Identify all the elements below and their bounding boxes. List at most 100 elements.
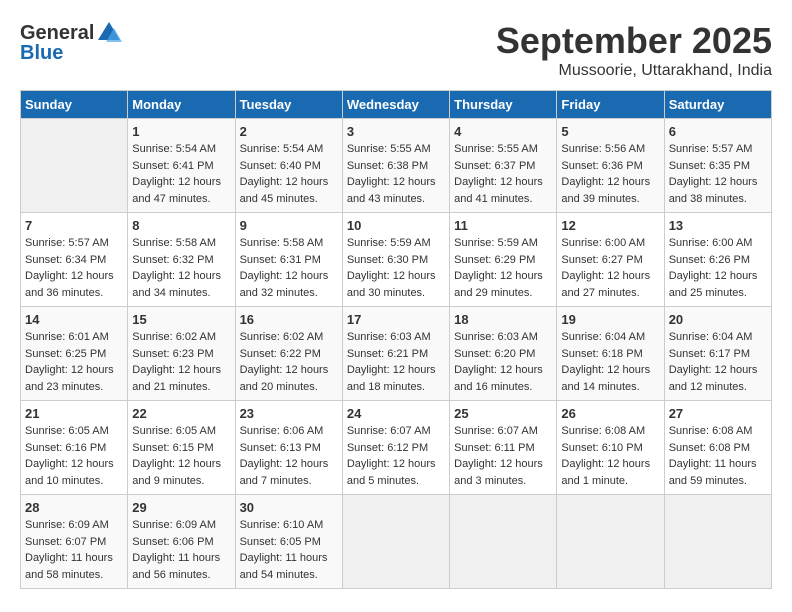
day-number: 1 [132, 124, 230, 139]
day-info: Sunrise: 6:02 AMSunset: 6:22 PMDaylight:… [240, 329, 338, 395]
month-title: September 2025 [496, 20, 772, 62]
calendar-cell: 1 Sunrise: 5:54 AMSunset: 6:41 PMDaylight… [128, 119, 235, 213]
day-info: Sunrise: 5:57 AMSunset: 6:34 PMDaylight:… [25, 235, 123, 301]
day-number: 28 [25, 500, 123, 515]
day-number: 23 [240, 406, 338, 421]
logo-icon [96, 20, 122, 46]
day-info: Sunrise: 6:01 AMSunset: 6:25 PMDaylight:… [25, 329, 123, 395]
day-number: 16 [240, 312, 338, 327]
day-info: Sunrise: 5:54 AMSunset: 6:40 PMDaylight:… [240, 141, 338, 207]
calendar-cell: 23 Sunrise: 6:06 AMSunset: 6:13 PMDayligh… [235, 401, 342, 495]
calendar-cell: 17 Sunrise: 6:03 AMSunset: 6:21 PMDayligh… [342, 307, 449, 401]
calendar-cell: 24 Sunrise: 6:07 AMSunset: 6:12 PMDayligh… [342, 401, 449, 495]
calendar-cell: 2 Sunrise: 5:54 AMSunset: 6:40 PMDaylight… [235, 119, 342, 213]
day-number: 8 [132, 218, 230, 233]
day-number: 11 [454, 218, 552, 233]
calendar-cell: 10Sunrise: 5:59 AMSunset: 6:30 PMDayligh… [342, 213, 449, 307]
logo-text: General Blue [20, 20, 124, 65]
logo: General Blue [20, 20, 124, 65]
calendar-cell: 13Sunrise: 6:00 AMSunset: 6:26 PMDayligh… [664, 213, 771, 307]
weekday-header-row: SundayMondayTuesdayWednesdayThursdayFrid… [21, 91, 772, 119]
day-number: 18 [454, 312, 552, 327]
day-info: Sunrise: 6:03 AMSunset: 6:21 PMDaylight:… [347, 329, 445, 395]
day-info: Sunrise: 5:59 AMSunset: 6:29 PMDaylight:… [454, 235, 552, 301]
calendar-cell: 12 Sunrise: 6:00 AMSunset: 6:27 PMDayligh… [557, 213, 664, 307]
header: General Blue September 2025 Mussoorie, U… [20, 20, 772, 80]
day-info: Sunrise: 6:05 AMSunset: 6:15 PMDaylight:… [132, 423, 230, 489]
calendar-cell: 29 Sunrise: 6:09 AMSunset: 6:06 PMDayligh… [128, 495, 235, 589]
calendar-cell: 6 Sunrise: 5:57 AMSunset: 6:35 PMDaylight… [664, 119, 771, 213]
day-number: 5 [561, 124, 659, 139]
calendar-cell: 21 Sunrise: 6:05 AMSunset: 6:16 PMDayligh… [21, 401, 128, 495]
day-number: 24 [347, 406, 445, 421]
day-number: 17 [347, 312, 445, 327]
calendar-cell [21, 119, 128, 213]
day-info: Sunrise: 6:03 AMSunset: 6:20 PMDaylight:… [454, 329, 552, 395]
day-info: Sunrise: 6:09 AMSunset: 6:06 PMDaylight:… [132, 517, 230, 583]
day-info: Sunrise: 6:02 AMSunset: 6:23 PMDaylight:… [132, 329, 230, 395]
calendar-cell: 20 Sunrise: 6:04 AMSunset: 6:17 PMDayligh… [664, 307, 771, 401]
calendar-cell: 15 Sunrise: 6:02 AMSunset: 6:23 PMDayligh… [128, 307, 235, 401]
weekday-header-friday: Friday [557, 91, 664, 119]
day-info: Sunrise: 6:05 AMSunset: 6:16 PMDaylight:… [25, 423, 123, 489]
day-number: 3 [347, 124, 445, 139]
day-info: Sunrise: 5:55 AMSunset: 6:38 PMDaylight:… [347, 141, 445, 207]
day-number: 6 [669, 124, 767, 139]
weekday-header-tuesday: Tuesday [235, 91, 342, 119]
calendar-week-row: 14 Sunrise: 6:01 AMSunset: 6:25 PMDayligh… [21, 307, 772, 401]
day-number: 30 [240, 500, 338, 515]
day-number: 7 [25, 218, 123, 233]
day-info: Sunrise: 6:04 AMSunset: 6:18 PMDaylight:… [561, 329, 659, 395]
calendar-cell: 11 Sunrise: 5:59 AMSunset: 6:29 PMDayligh… [450, 213, 557, 307]
weekday-header-wednesday: Wednesday [342, 91, 449, 119]
calendar-cell: 8 Sunrise: 5:58 AMSunset: 6:32 PMDaylight… [128, 213, 235, 307]
calendar-week-row: 28 Sunrise: 6:09 AMSunset: 6:07 PMDayligh… [21, 495, 772, 589]
calendar-cell [664, 495, 771, 589]
day-info: Sunrise: 5:58 AMSunset: 6:31 PMDaylight:… [240, 235, 338, 301]
calendar-cell: 27Sunrise: 6:08 AMSunset: 6:08 PMDayligh… [664, 401, 771, 495]
day-number: 2 [240, 124, 338, 139]
day-number: 13 [669, 218, 767, 233]
day-number: 29 [132, 500, 230, 515]
day-number: 9 [240, 218, 338, 233]
day-info: Sunrise: 6:06 AMSunset: 6:13 PMDaylight:… [240, 423, 338, 489]
calendar-cell: 22Sunrise: 6:05 AMSunset: 6:15 PMDayligh… [128, 401, 235, 495]
day-number: 21 [25, 406, 123, 421]
weekday-header-saturday: Saturday [664, 91, 771, 119]
day-number: 20 [669, 312, 767, 327]
calendar-week-row: 7 Sunrise: 5:57 AMSunset: 6:34 PMDaylight… [21, 213, 772, 307]
day-info: Sunrise: 6:09 AMSunset: 6:07 PMDaylight:… [25, 517, 123, 583]
day-number: 15 [132, 312, 230, 327]
day-info: Sunrise: 6:07 AMSunset: 6:12 PMDaylight:… [347, 423, 445, 489]
weekday-header-sunday: Sunday [21, 91, 128, 119]
day-info: Sunrise: 5:57 AMSunset: 6:35 PMDaylight:… [669, 141, 767, 207]
location-title: Mussoorie, Uttarakhand, India [496, 62, 772, 80]
calendar-cell: 4 Sunrise: 5:55 AMSunset: 6:37 PMDaylight… [450, 119, 557, 213]
day-info: Sunrise: 5:58 AMSunset: 6:32 PMDaylight:… [132, 235, 230, 301]
calendar-cell [450, 495, 557, 589]
calendar-table: SundayMondayTuesdayWednesdayThursdayFrid… [20, 90, 772, 589]
calendar-cell: 14 Sunrise: 6:01 AMSunset: 6:25 PMDayligh… [21, 307, 128, 401]
day-number: 14 [25, 312, 123, 327]
day-info: Sunrise: 5:55 AMSunset: 6:37 PMDaylight:… [454, 141, 552, 207]
day-info: Sunrise: 5:59 AMSunset: 6:30 PMDaylight:… [347, 235, 445, 301]
calendar-cell: 30Sunrise: 6:10 AMSunset: 6:05 PMDayligh… [235, 495, 342, 589]
day-number: 12 [561, 218, 659, 233]
day-info: Sunrise: 6:04 AMSunset: 6:17 PMDaylight:… [669, 329, 767, 395]
calendar-week-row: 1 Sunrise: 5:54 AMSunset: 6:41 PMDaylight… [21, 119, 772, 213]
calendar-cell: 7 Sunrise: 5:57 AMSunset: 6:34 PMDaylight… [21, 213, 128, 307]
day-info: Sunrise: 6:08 AMSunset: 6:10 PMDaylight:… [561, 423, 659, 489]
calendar-cell: 26Sunrise: 6:08 AMSunset: 6:10 PMDayligh… [557, 401, 664, 495]
calendar-cell: 16 Sunrise: 6:02 AMSunset: 6:22 PMDayligh… [235, 307, 342, 401]
day-info: Sunrise: 6:00 AMSunset: 6:27 PMDaylight:… [561, 235, 659, 301]
calendar-cell: 19Sunrise: 6:04 AMSunset: 6:18 PMDayligh… [557, 307, 664, 401]
calendar-cell: 25 Sunrise: 6:07 AMSunset: 6:11 PMDayligh… [450, 401, 557, 495]
day-info: Sunrise: 5:54 AMSunset: 6:41 PMDaylight:… [132, 141, 230, 207]
calendar-week-row: 21 Sunrise: 6:05 AMSunset: 6:16 PMDayligh… [21, 401, 772, 495]
calendar-cell: 5Sunrise: 5:56 AMSunset: 6:36 PMDaylight… [557, 119, 664, 213]
day-info: Sunrise: 6:07 AMSunset: 6:11 PMDaylight:… [454, 423, 552, 489]
day-number: 4 [454, 124, 552, 139]
calendar-cell: 18 Sunrise: 6:03 AMSunset: 6:20 PMDayligh… [450, 307, 557, 401]
calendar-cell: 3 Sunrise: 5:55 AMSunset: 6:38 PMDaylight… [342, 119, 449, 213]
day-number: 25 [454, 406, 552, 421]
